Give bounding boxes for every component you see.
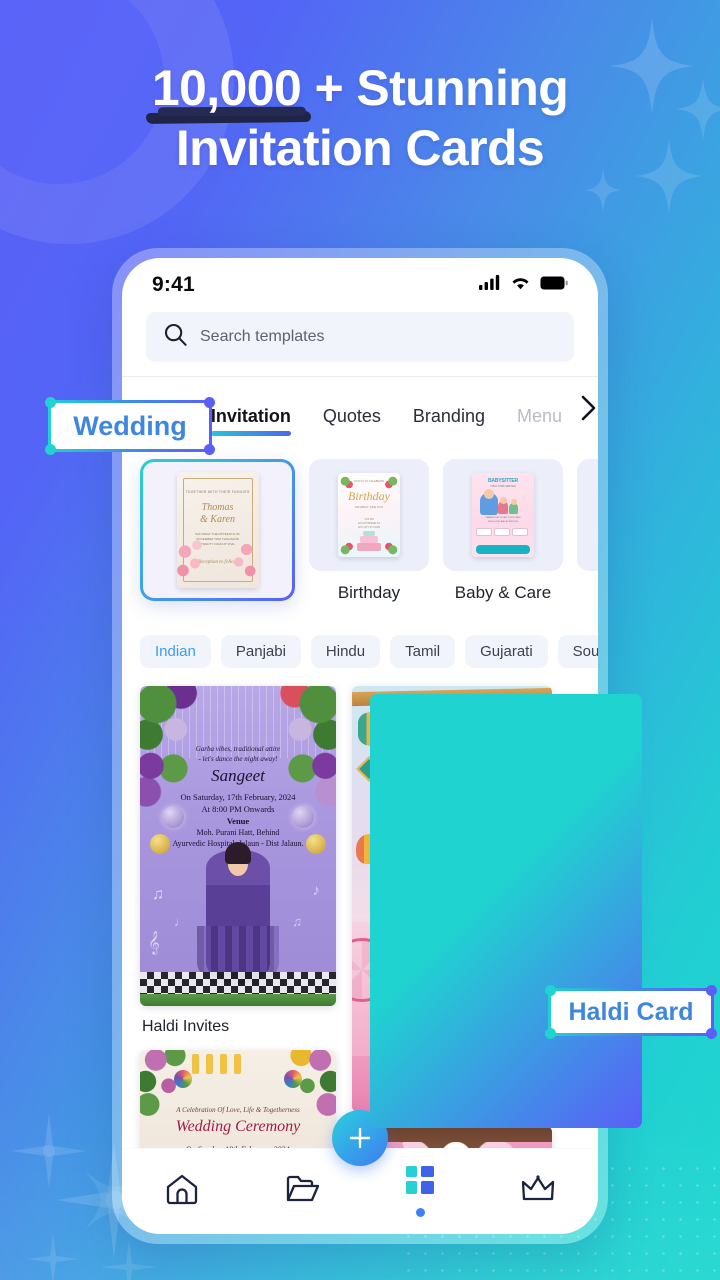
category-card-birthday[interactable]: JOIN US TO CELEBRATE Birthday SATURDAY J…	[309, 459, 429, 603]
search-section: Search templates	[122, 306, 598, 376]
category-thumb-baby-care: BABYSITTER CHILD CARE SERVICE CARING FOR…	[443, 459, 563, 571]
resize-handle-bottom-left[interactable]	[545, 1028, 556, 1039]
wedding-ceremony-title: Wedding Ceremony	[175, 1118, 301, 1135]
category-thumb-birthday: JOIN US TO CELEBRATE Birthday SATURDAY J…	[309, 459, 429, 571]
chip-panjabi[interactable]: Panjabi	[220, 635, 301, 668]
category-label-party: Party	[577, 583, 598, 603]
template-column-left: Garba vibes, traditional attire - let's …	[140, 686, 336, 1170]
haldi-venue-line1: Shiva Resort Palace, Fatehpur Road,	[388, 883, 515, 893]
nav-item-templates[interactable]	[406, 1166, 435, 1217]
resize-handle-top-right[interactable]	[204, 397, 215, 408]
sangeet-tagline1: Garba vibes, traditional attire	[195, 745, 281, 753]
sangeet-title: Sangeet	[211, 766, 265, 785]
folder-icon	[286, 1174, 320, 1209]
haldi-time: 11:00 Am Onwards	[414, 848, 490, 858]
resize-handle-bottom-right[interactable]	[706, 1028, 717, 1039]
search-input[interactable]: Search templates	[146, 312, 574, 362]
wifi-icon	[510, 275, 531, 295]
battery-icon	[540, 276, 568, 295]
search-placeholder-text: Search templates	[200, 328, 325, 345]
hero-underline-stroke	[145, 110, 312, 125]
status-bar: 9:41	[122, 258, 598, 306]
babysitter-flyer-art: BABYSITTER CHILD CARE SERVICE CARING FOR…	[472, 473, 534, 557]
chip-indian[interactable]: Indian	[140, 635, 211, 668]
wedding-ceremony-tagline: A Celebration Of Love, Life & Togetherne…	[176, 1106, 300, 1114]
category-card-party[interactable]: COLOR CELEBRATION HOLI LET'S PLAY WITH P…	[577, 459, 598, 603]
haldi-venue-line2: Rator, Shivpuri, Madhya Pradesh - 473551…	[377, 894, 527, 905]
sangeet-tagline2: - let's dance the night away!	[198, 755, 278, 763]
sparkle-icon	[636, 138, 702, 214]
sangeet-date: On Saturday, 17th February, 2024	[180, 792, 296, 802]
haldi-tagline2: Downtime	[432, 816, 472, 826]
template-card-carnival-haldi[interactable]: Carnival Haldi Sunshine, poolside Downti…	[352, 686, 552, 1112]
wedding-floral-invite-art: TOGETHER WITH THEIR FAMILIES Thomas & Ka…	[176, 472, 259, 588]
callout-wedding[interactable]: Wedding	[45, 397, 215, 455]
nav-active-indicator	[415, 1208, 425, 1217]
chip-south-indian[interactable]: South in	[557, 635, 598, 668]
sangeet-venue-line1: Moh. Purani Hatt, Behind	[196, 828, 280, 837]
category-label-baby-care: Baby & Care	[454, 583, 552, 602]
nav-item-folder[interactable]	[286, 1174, 320, 1209]
resize-handle-bottom-left[interactable]	[45, 444, 56, 455]
sangeet-time: At 8:00 PM Onwards	[201, 804, 275, 814]
sangeet-venue-heading: Venue	[226, 816, 250, 826]
birthday-cake-invite-art: JOIN US TO CELEBRATE Birthday SATURDAY J…	[338, 473, 400, 557]
sparkle-icon	[676, 78, 720, 140]
tab-menu[interactable]: Menu	[501, 406, 578, 441]
category-thumb-wedding: TOGETHER WITH THEIR FAMILIES Thomas & Ka…	[140, 459, 295, 601]
filter-chips-row: Indian Panjabi Hindu Tamil Gujarati Sout…	[122, 613, 598, 668]
grid-icon	[406, 1166, 435, 1199]
callout-wedding-label: Wedding	[73, 410, 187, 441]
sparkle-icon	[584, 168, 622, 212]
resize-handle-bottom-right[interactable]	[204, 444, 215, 455]
chip-gujarati[interactable]: Gujarati	[465, 635, 548, 668]
haldi-tagline1: Sunshine, poolside	[416, 803, 488, 813]
template-grid: Garba vibes, traditional attire - let's …	[122, 668, 598, 1170]
haldi-venue-heading: Venue	[437, 868, 467, 880]
nav-item-home[interactable]	[165, 1173, 199, 1210]
resize-handle-top-left[interactable]	[545, 985, 556, 996]
category-cards-row: TOGETHER WITH THEIR FAMILIES Thomas & Ka…	[122, 441, 598, 613]
crown-icon	[521, 1175, 555, 1208]
search-icon	[164, 323, 187, 351]
category-thumb-party: COLOR CELEBRATION HOLI LET'S PLAY WITH P…	[577, 459, 598, 571]
category-label-birthday: Birthday	[337, 583, 401, 602]
tab-branding[interactable]: Branding	[397, 406, 501, 441]
category-card-wedding[interactable]: TOGETHER WITH THEIR FAMILIES Thomas & Ka…	[140, 459, 295, 613]
tab-quotes[interactable]: Quotes	[307, 406, 397, 441]
template-column-right: Carnival Haldi Sunshine, poolside Downti…	[352, 686, 552, 1170]
resize-handle-top-left[interactable]	[45, 397, 56, 408]
signal-icon	[479, 275, 501, 295]
status-time: 9:41	[152, 273, 195, 296]
callout-haldi-label: Haldi Card	[568, 997, 694, 1026]
plus-icon	[349, 1127, 371, 1149]
chip-tamil[interactable]: Tamil	[390, 635, 456, 668]
haldi-title: Carnival Haldi	[388, 774, 516, 796]
category-card-baby-care[interactable]: BABYSITTER CHILD CARE SERVICE CARING FOR…	[443, 459, 563, 603]
resize-handle-top-right[interactable]	[706, 985, 717, 996]
phone-mockup: 9:41 Search templates Invitation Quotes …	[112, 248, 608, 1244]
status-icons	[479, 275, 568, 295]
callout-haldi-card[interactable]: Haldi Card	[545, 985, 717, 1039]
template-card-sangeet[interactable]: Garba vibes, traditional attire - let's …	[140, 686, 336, 1006]
chevron-right-icon[interactable]	[580, 394, 598, 441]
chip-hindu[interactable]: Hindu	[310, 635, 381, 668]
add-template-button[interactable]	[332, 1110, 388, 1166]
nav-item-premium[interactable]	[521, 1175, 555, 1208]
haldi-date: April | 25th | 2024	[402, 830, 502, 845]
home-icon	[165, 1173, 199, 1210]
template-label-haldi-invites: Haldi Invites	[142, 1018, 230, 1035]
